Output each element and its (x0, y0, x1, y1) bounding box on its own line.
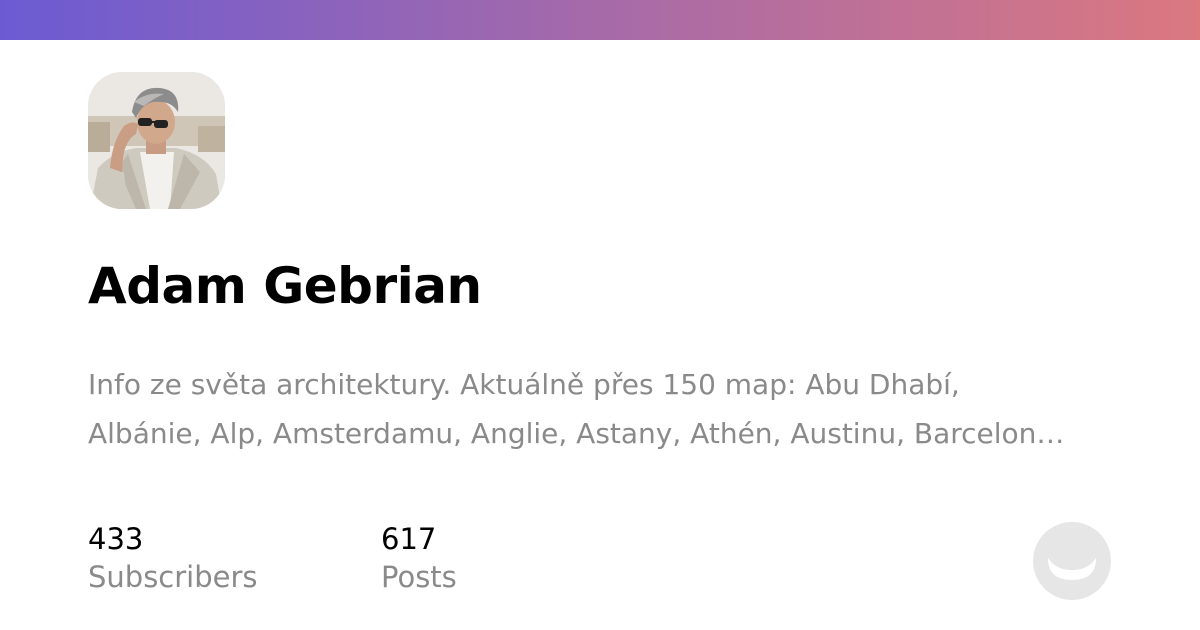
posts-label: Posts (381, 560, 457, 594)
profile-bio: Info ze světa architektury. Aktuálně pře… (88, 368, 1062, 450)
subscribers-count: 433 (88, 522, 144, 556)
profile-name: Adam Gebrian (88, 257, 482, 315)
avatar[interactable] (88, 72, 225, 209)
subscribers-stat[interactable]: 433 Subscribers (88, 519, 258, 595)
gradient-header-bar (0, 0, 1200, 40)
subscribers-label: Subscribers (88, 560, 258, 594)
posts-stat[interactable]: 617 Posts (381, 519, 457, 595)
smiley-icon (1033, 522, 1111, 600)
profile-photo (88, 72, 225, 209)
posts-count: 617 (381, 522, 437, 556)
